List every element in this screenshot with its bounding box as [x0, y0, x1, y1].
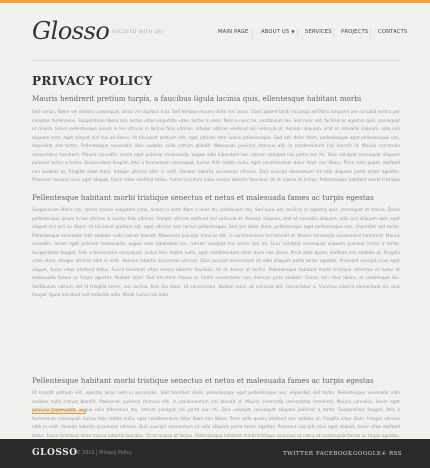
section-heading: Pellentesque habitant morbi tristique se…	[32, 193, 374, 202]
section-text: Sed varius, libero vel sodales consequat…	[32, 110, 400, 183]
site-footer: GLOSSO © 2012 | Privacy Policy TWITTER |…	[0, 439, 430, 468]
nav-main-page[interactable]: MAIN PAGE	[218, 29, 248, 35]
google-plus-link[interactable]: GOOGLE+	[353, 451, 386, 457]
nav-divider	[333, 29, 334, 38]
main-nav: MAIN PAGE ABOUT US ▼ SERVICES PROJECTS CO…	[0, 29, 430, 39]
nav-contacts[interactable]: CONTACTS	[378, 29, 408, 35]
nav-projects[interactable]: PROJECTS	[341, 29, 368, 35]
chevron-down-icon: ▼	[291, 29, 295, 34]
nav-divider	[370, 29, 371, 38]
site-header: Glosso SUCCEED WITH US! MAIN PAGE ABOUT …	[0, 3, 430, 60]
nav-about-us-label: ABOUT US	[261, 29, 290, 35]
nav-divider	[252, 29, 253, 38]
header-divider	[32, 60, 400, 61]
footer-separator: |	[311, 450, 313, 456]
twitter-link[interactable]: TWITTER	[283, 451, 313, 457]
rss-link[interactable]: RSS	[389, 451, 402, 457]
footer-separator: |	[384, 450, 386, 456]
privacy-email-link[interactable]: privacy@demolink.org	[32, 409, 86, 414]
section-heading: Pellentesque habitant morbi tristique se…	[32, 376, 374, 385]
nav-divider	[297, 29, 298, 38]
footer-logo[interactable]: GLOSSO	[32, 448, 78, 458]
section-heading: Mauris hendrerit pretium turpis, a fauci…	[32, 94, 362, 103]
nav-services[interactable]: SERVICES	[305, 29, 332, 35]
footer-separator: |	[348, 450, 350, 456]
nav-about-us[interactable]: ABOUT US ▼	[261, 29, 295, 35]
main-content: PRIVACY POLICY Mauris hendrerit pretium …	[32, 74, 400, 458]
section-text: Suspendisse libero nisi, luctus ornare v…	[32, 208, 400, 298]
page-title: PRIVACY POLICY	[32, 74, 153, 88]
footer-copyright: © 2012 | Privacy Policy	[76, 451, 132, 456]
